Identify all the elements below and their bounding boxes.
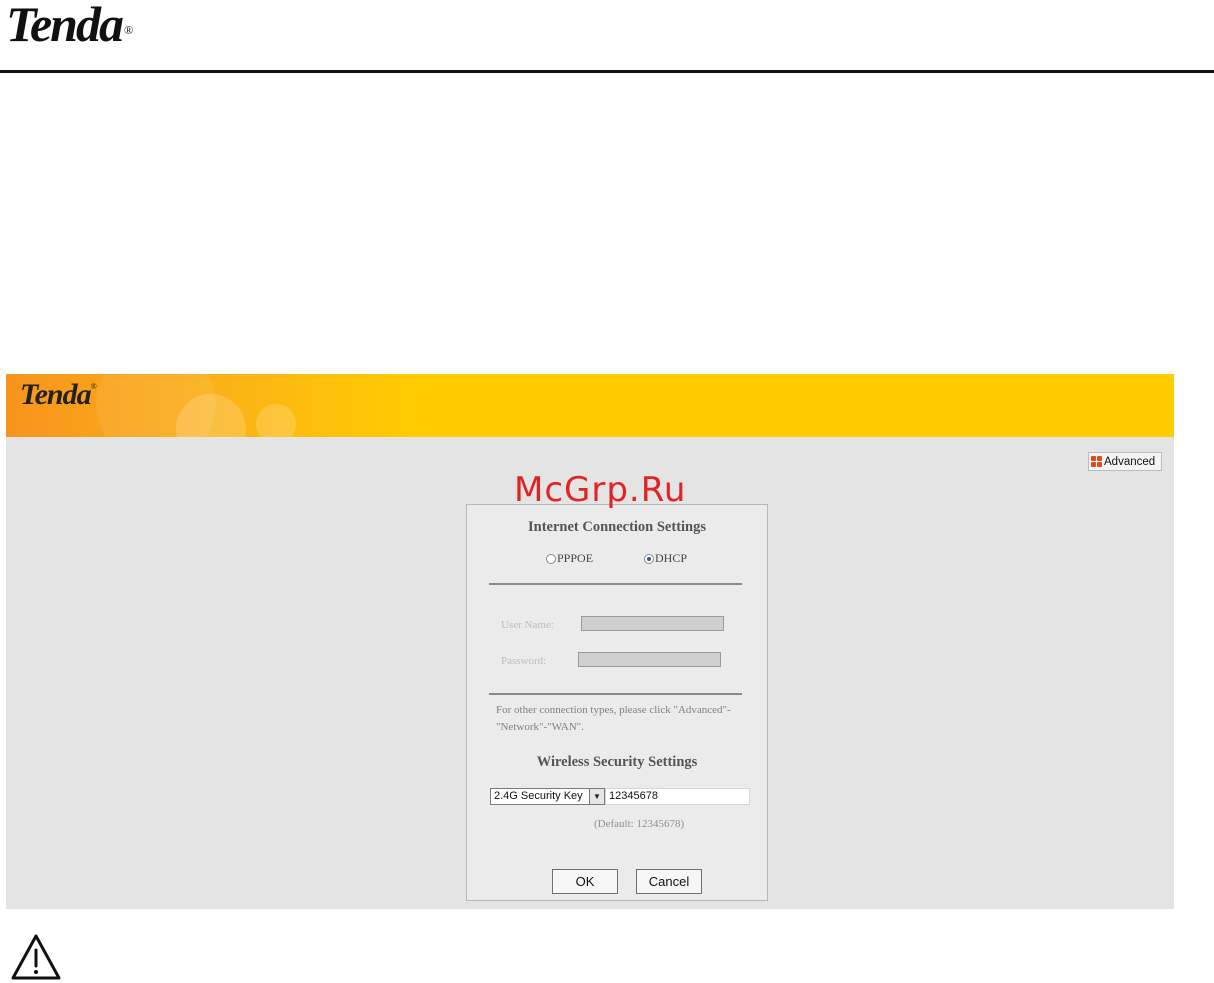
radio-dhcp-label: DHCP <box>655 551 688 565</box>
banner-bubble <box>256 404 296 437</box>
banner: Tenda® <box>6 374 1174 437</box>
banner-logo-mark: ® <box>90 382 97 391</box>
radio-pppoe-label: PPPOE <box>557 551 594 565</box>
wireless-settings-title: Wireless Security Settings <box>536 754 698 770</box>
advanced-button[interactable]: Advanced <box>1088 452 1162 471</box>
router-setup-screen: Tenda® Advanced Internet Connection Sett… <box>6 374 1174 909</box>
banner-logo-text: Tenda <box>20 378 92 411</box>
header-rule <box>0 70 1214 73</box>
radio-dhcp-circle[interactable] <box>644 553 654 564</box>
registered-mark: ® <box>123 23 133 37</box>
document-logo: Tenda ® <box>6 0 133 49</box>
chevron-down-icon[interactable]: ▼ <box>589 789 604 804</box>
security-key-select-value: 2.4G Security Key <box>494 790 583 802</box>
advanced-grid-icon <box>1091 456 1102 467</box>
banner-logo: Tenda® <box>20 378 97 412</box>
user-name-label: User Name: <box>501 619 554 631</box>
security-key-input[interactable]: 12345678 <box>605 788 750 805</box>
security-key-select[interactable]: 2.4G Security Key ▼ <box>490 788 605 805</box>
radio-pppoe-circle[interactable] <box>546 553 556 564</box>
radio-dhcp[interactable]: DHCP <box>644 551 687 566</box>
password-label: Password: <box>501 655 547 667</box>
section-divider <box>489 693 742 695</box>
user-name-field[interactable] <box>581 616 724 631</box>
cancel-button[interactable]: Cancel <box>636 869 702 894</box>
password-field[interactable] <box>578 652 721 667</box>
document-logo-text: Tenda <box>6 0 124 52</box>
connection-types-note: For other connection types, please click… <box>496 704 731 733</box>
section-divider <box>489 583 742 585</box>
watermark: McGrp.Ru <box>514 470 687 510</box>
quick-setup-panel: Internet Connection Settings PPPOE DHCP … <box>466 504 768 901</box>
banner-bubble <box>96 374 216 437</box>
advanced-button-label: Advanced <box>1104 455 1156 468</box>
warning-triangle-icon <box>11 934 61 980</box>
ok-button[interactable]: OK <box>552 869 618 894</box>
default-key-note: (Default: 12345678) <box>594 818 685 830</box>
radio-pppoe[interactable]: PPPOE <box>546 551 593 566</box>
internet-settings-title: Internet Connection Settings <box>527 519 707 535</box>
